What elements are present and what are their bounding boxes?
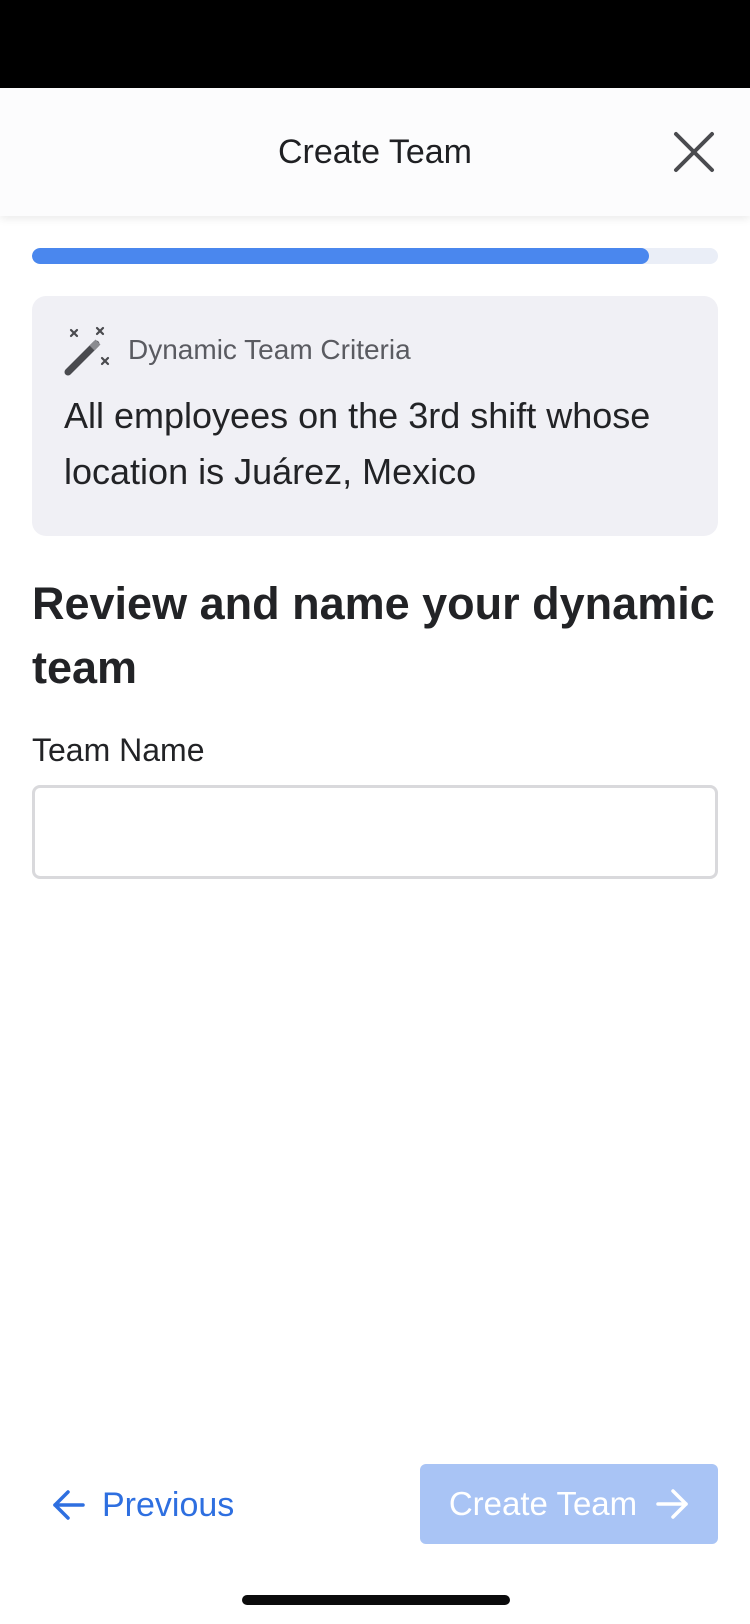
close-button[interactable]	[666, 124, 722, 180]
status-bar	[0, 0, 750, 88]
progress-bar	[32, 248, 718, 264]
team-name-label: Team Name	[32, 732, 205, 768]
close-icon	[674, 132, 714, 172]
criteria-card: Dynamic Team Criteria All employees on t…	[32, 296, 718, 536]
previous-button[interactable]: Previous	[52, 1464, 234, 1546]
previous-button-label: Previous	[102, 1485, 235, 1524]
section-heading: Review and name your dynamic team	[32, 578, 715, 693]
home-indicator	[242, 1595, 510, 1605]
arrow-left-icon	[53, 1490, 85, 1520]
create-team-button[interactable]: Create Team	[420, 1464, 718, 1544]
magic-wand-icon	[64, 326, 110, 376]
progress-bar-fill	[32, 248, 650, 264]
criteria-description: All employees on the 3rd shift whose loc…	[64, 395, 651, 492]
header: Create Team	[0, 88, 750, 216]
create-team-button-label: Create Team	[448, 1485, 638, 1522]
page-title: Create Team	[277, 133, 473, 171]
team-name-input[interactable]	[32, 785, 718, 879]
criteria-label: Dynamic Team Criteria	[128, 334, 411, 365]
footer: Previous Create Team	[0, 1464, 750, 1546]
arrow-right-icon	[656, 1489, 688, 1519]
